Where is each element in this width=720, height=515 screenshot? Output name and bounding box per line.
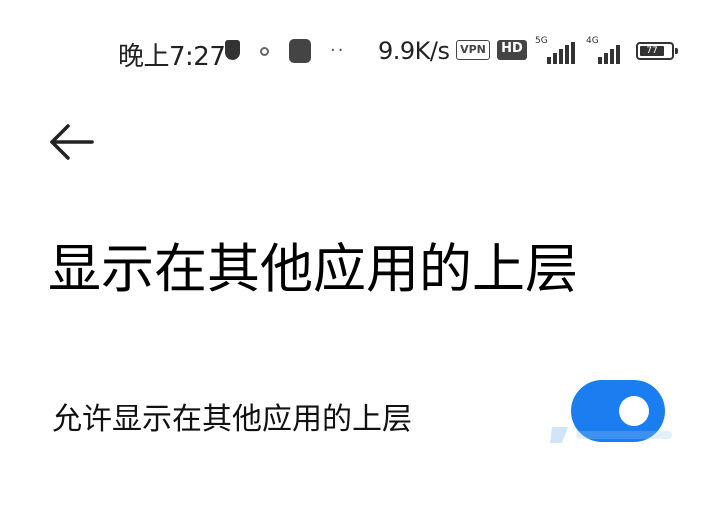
hd-badge: HD — [497, 40, 527, 60]
page-title: 显示在其他应用的上层 — [48, 239, 578, 300]
status-time: 晚上7:27 — [118, 42, 226, 72]
toggle-knob — [619, 396, 649, 426]
battery-icon: 77 — [636, 42, 678, 60]
watermark-logo — [550, 427, 672, 443]
battery-level: 77 — [640, 46, 664, 56]
location-dot-icon — [260, 47, 269, 56]
network-type-label: 4G — [586, 36, 599, 46]
more-dots-icon: ·· — [330, 40, 346, 61]
app-notification-icon — [289, 39, 311, 63]
arrow-left-icon — [50, 124, 94, 160]
signal-icon: 5G — [535, 36, 575, 64]
back-button[interactable] — [44, 118, 98, 166]
network-speed: 9.9K/s — [378, 37, 450, 65]
setting-label: 允许显示在其他应用的上层 — [52, 402, 412, 437]
signal-icon: 4G — [586, 36, 626, 64]
network-type-label: 5G — [535, 36, 548, 46]
shield-icon — [225, 40, 240, 60]
status-bar: 晚上7:27 ·· 9.9K/s VPN HD 5G 4G 77 — [0, 0, 720, 100]
vpn-badge: VPN — [456, 40, 490, 60]
